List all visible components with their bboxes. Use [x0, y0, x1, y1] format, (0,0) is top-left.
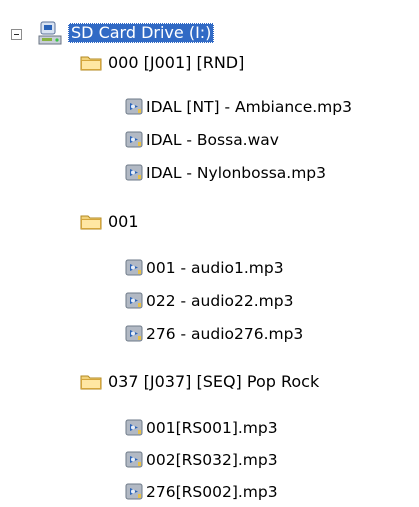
removable-drive-icon: [38, 21, 62, 45]
file-label: 276 - audio276.mp3: [146, 324, 304, 343]
file-label: 002[RS032].mp3: [146, 450, 278, 469]
tree-file[interactable]: 276[RS002].mp3: [124, 482, 278, 501]
file-label: 022 - audio22.mp3: [146, 291, 294, 310]
tree-file[interactable]: 002[RS032].mp3: [124, 450, 278, 469]
tree-file[interactable]: IDAL - Bossa.wav: [124, 130, 279, 149]
tree-folder-001[interactable]: 001: [80, 212, 139, 231]
collapse-toggle-icon[interactable]: [11, 29, 22, 40]
audio-file-icon: [124, 291, 144, 310]
file-label: IDAL - Nylonbossa.mp3: [146, 163, 326, 182]
tree-folder-037[interactable]: 037 [J037] [SEQ] Pop Rock: [80, 372, 319, 391]
folder-icon: [80, 54, 102, 71]
file-label: 001[RS001].mp3: [146, 418, 278, 437]
folder-icon: [80, 213, 102, 230]
folder-label: 037 [J037] [SEQ] Pop Rock: [108, 372, 320, 391]
tree-file[interactable]: 001[RS001].mp3: [124, 418, 278, 437]
tree-file[interactable]: 001 - audio1.mp3: [124, 258, 284, 277]
tree-folder-000[interactable]: 000 [J001] [RND]: [80, 53, 244, 72]
file-label: 001 - audio1.mp3: [146, 258, 284, 277]
folder-icon: [80, 373, 102, 390]
tree-file[interactable]: IDAL - Nylonbossa.mp3: [124, 163, 326, 182]
folder-tree: SD Card Drive (I:) 000 [J001] [RND] IDAL…: [0, 0, 419, 507]
tree-node-drive[interactable]: SD Card Drive (I:): [36, 20, 215, 46]
tree-file[interactable]: IDAL [NT] - Ambiance.mp3: [124, 97, 352, 116]
audio-file-icon: [124, 418, 144, 437]
tree-file[interactable]: 276 - audio276.mp3: [124, 324, 303, 343]
audio-file-icon: [124, 258, 144, 277]
folder-label: 001: [108, 212, 139, 231]
drive-label: SD Card Drive (I:): [68, 23, 215, 43]
file-label: 276[RS002].mp3: [146, 482, 278, 501]
folder-label: 000 [J001] [RND]: [108, 53, 245, 72]
audio-file-icon: [124, 450, 144, 469]
file-label: IDAL [NT] - Ambiance.mp3: [146, 97, 352, 116]
tree-file[interactable]: 022 - audio22.mp3: [124, 291, 293, 310]
audio-file-icon: [124, 324, 144, 343]
audio-file-icon: [124, 163, 144, 182]
audio-file-icon: [124, 482, 144, 501]
audio-file-icon: [124, 97, 144, 116]
file-label: IDAL - Bossa.wav: [146, 130, 279, 149]
audio-file-icon: [124, 130, 144, 149]
